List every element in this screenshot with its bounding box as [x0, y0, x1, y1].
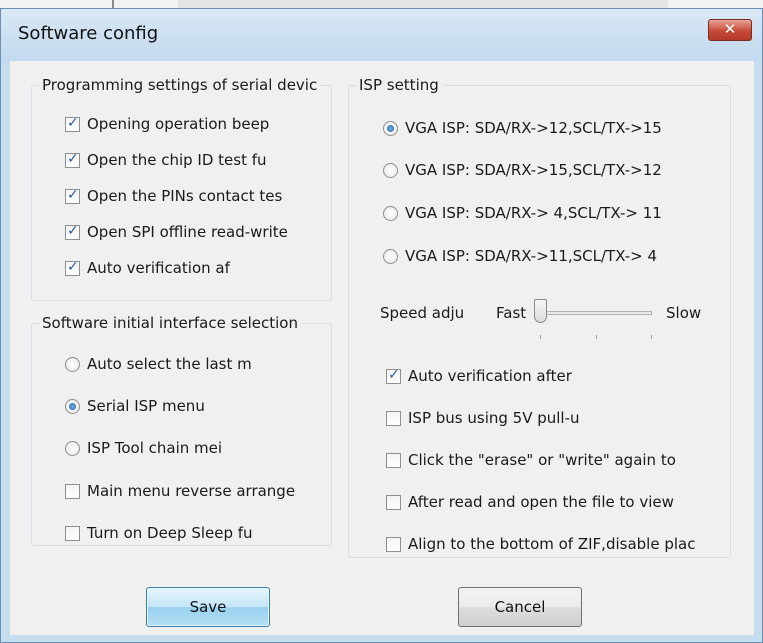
checkbox-align-bottom-zif[interactable]: Align to the bottom of ZIF,disable plac — [386, 535, 726, 553]
initial-interface-group: Software initial interface selection — [31, 314, 332, 546]
radio-label: VGA ISP: SDA/RX->15,SCL/TX->12 — [405, 161, 662, 179]
radio-unselected-icon[interactable] — [65, 440, 80, 456]
checkbox-after-read-open-file[interactable]: After read and open the file to view — [386, 493, 724, 511]
checkbox-label: Opening operation beep — [87, 115, 270, 133]
checkbox-spi-offline-read-write[interactable]: Open SPI offline read-write — [65, 223, 331, 241]
radio-label: ISP Tool chain mei — [87, 439, 223, 457]
title-bar[interactable]: Software config ✕ — [1, 9, 762, 61]
speed-slow-label: Slow — [666, 304, 702, 322]
checkbox-checked-icon[interactable] — [386, 367, 401, 384]
checkbox-unchecked-icon[interactable] — [386, 410, 401, 426]
radio-vga-isp-12-15[interactable]: VGA ISP: SDA/RX->12,SCL/TX->15 — [383, 119, 723, 137]
radio-label: VGA ISP: SDA/RX->12,SCL/TX->15 — [405, 119, 662, 137]
slider-tick — [596, 335, 597, 339]
checkbox-label: Click the "erase" or "write" again to — [408, 451, 676, 469]
initial-interface-legend: Software initial interface selection — [42, 314, 298, 332]
checkbox-isp-bus-5v-pullup[interactable]: ISP bus using 5V pull-u — [386, 409, 622, 427]
checkbox-checked-icon[interactable] — [65, 187, 80, 204]
close-icon: ✕ — [723, 20, 737, 38]
checkbox-opening-operation-beep[interactable]: Opening operation beep — [65, 115, 330, 133]
speed-adjustment-label: Speed adjustment: — [380, 304, 465, 322]
checkbox-label: Align to the bottom of ZIF,disable plac — [408, 535, 696, 553]
radio-label: Serial ISP menu — [87, 397, 205, 415]
checkbox-deep-sleep[interactable]: Turn on Deep Sleep fu — [65, 524, 282, 542]
checkbox-chip-id-test[interactable]: Open the chip ID test fu — [65, 151, 310, 169]
checkbox-checked-icon[interactable] — [65, 223, 80, 240]
radio-selected-icon[interactable] — [383, 120, 398, 136]
speed-slider-track[interactable] — [540, 311, 652, 315]
checkbox-label: Open SPI offline read-write — [87, 223, 288, 241]
isp-setting-legend: ISP setting — [359, 76, 439, 94]
checkbox-label: Auto verification after — [408, 367, 572, 385]
speed-slider-thumb[interactable] — [534, 299, 547, 323]
radio-serial-isp-menu[interactable]: Serial ISP menu — [65, 397, 280, 415]
checkbox-click-erase-write-again[interactable]: Click the "erase" or "write" again to — [386, 451, 726, 469]
checkbox-unchecked-icon[interactable] — [65, 525, 80, 541]
radio-selected-icon[interactable] — [65, 398, 80, 414]
checkbox-label: Turn on Deep Sleep fu — [87, 524, 253, 542]
slider-tick — [651, 335, 652, 339]
radio-unselected-icon[interactable] — [383, 162, 398, 178]
radio-unselected-icon[interactable] — [383, 205, 398, 221]
background-bar — [178, 0, 668, 8]
radio-vga-isp-4-11[interactable]: VGA ISP: SDA/RX-> 4,SCL/TX-> 11 — [383, 204, 723, 222]
save-button[interactable]: Save — [146, 587, 270, 627]
close-button[interactable]: ✕ — [708, 19, 752, 41]
radio-unselected-icon[interactable] — [383, 248, 398, 264]
cancel-button[interactable]: Cancel — [458, 587, 582, 627]
radio-label: VGA ISP: SDA/RX->11,SCL/TX-> 4 — [405, 247, 658, 265]
slider-tick — [540, 335, 541, 339]
checkbox-label: Open the chip ID test fu — [87, 151, 267, 169]
checkbox-checked-icon[interactable] — [65, 259, 80, 276]
checkbox-label: Open the PINs contact tes — [87, 187, 283, 205]
radio-vga-isp-11-4[interactable]: VGA ISP: SDA/RX->11,SCL/TX-> 4 — [383, 247, 723, 265]
checkbox-isp-auto-verification[interactable]: Auto verification after — [386, 367, 608, 385]
radio-auto-select-last[interactable]: Auto select the last m — [65, 355, 280, 373]
checkbox-auto-verification[interactable]: Auto verification af — [65, 259, 265, 277]
checkbox-unchecked-icon[interactable] — [386, 536, 401, 552]
checkbox-label: Main menu reverse arrange — [87, 482, 296, 500]
checkbox-unchecked-icon[interactable] — [386, 494, 401, 510]
checkbox-label: Auto verification af — [87, 259, 230, 277]
serial-device-settings-legend: Programming settings of serial devic — [42, 76, 318, 94]
dialog-title: Software config — [18, 23, 159, 44]
checkbox-unchecked-icon[interactable] — [65, 483, 80, 499]
checkbox-pins-contact-test[interactable]: Open the PINs contact tes — [65, 187, 325, 205]
radio-unselected-icon[interactable] — [65, 356, 80, 372]
radio-label: VGA ISP: SDA/RX-> 4,SCL/TX-> 11 — [405, 204, 662, 222]
radio-label: Auto select the last m — [87, 355, 252, 373]
checkbox-main-menu-reverse[interactable]: Main menu reverse arrange — [65, 482, 330, 500]
radio-isp-tool-chain-menu[interactable]: ISP Tool chain mei — [65, 439, 248, 457]
checkbox-label: ISP bus using 5V pull-u — [408, 409, 580, 427]
checkbox-unchecked-icon[interactable] — [386, 452, 401, 468]
checkbox-checked-icon[interactable] — [65, 115, 80, 132]
radio-vga-isp-15-12[interactable]: VGA ISP: SDA/RX->15,SCL/TX->12 — [383, 161, 723, 179]
speed-fast-label: Fast — [496, 304, 527, 322]
checkbox-label: After read and open the file to view — [408, 493, 674, 511]
checkbox-checked-icon[interactable] — [65, 151, 80, 168]
dialog-client-area: Programming settings of serial devic Ope… — [10, 61, 754, 635]
software-config-dialog: Software config ✕ Programming settings o… — [0, 8, 763, 643]
